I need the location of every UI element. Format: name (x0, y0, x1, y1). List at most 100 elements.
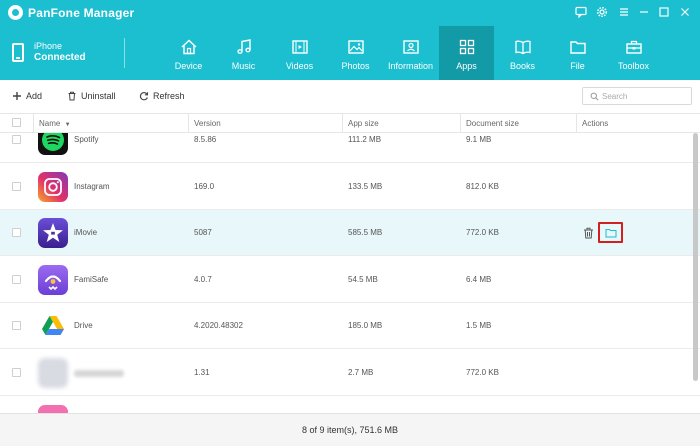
plus-icon (13, 92, 21, 100)
nav-photos[interactable]: Photos (328, 26, 383, 80)
minimize-icon[interactable] (635, 3, 653, 21)
trash-icon (68, 91, 76, 101)
app-name: FamiSafe (74, 275, 109, 284)
table-row[interactable]: 1.31 2.7 MB 772.0 KB (0, 350, 700, 396)
nav-information[interactable]: Information (383, 26, 438, 80)
app-logo-icon (8, 5, 23, 20)
table-row[interactable]: FamiSafe 4.0.7 54.5 MB 6.4 MB (0, 257, 700, 303)
app-version: 169.0 (194, 182, 215, 191)
image-icon (347, 40, 364, 54)
nav-label: Music (231, 61, 256, 71)
row-checkbox[interactable] (12, 228, 21, 237)
home-icon (181, 39, 196, 55)
app-name: iMovie (74, 228, 98, 237)
app-size: 585.5 MB (348, 228, 383, 237)
folder-icon (605, 228, 616, 237)
table-row[interactable] (0, 397, 700, 413)
app-version: 5087 (194, 228, 212, 237)
app-name: Drive (74, 321, 93, 330)
item-count-status: 8 of 9 item(s), 751.6 MB (301, 425, 399, 435)
search-box[interactable] (582, 87, 692, 105)
row-checkbox[interactable] (12, 275, 21, 284)
vertical-scrollbar[interactable] (693, 133, 698, 381)
device-info[interactable]: iPhone Connected (12, 41, 124, 67)
column-header-actions: Actions (582, 119, 609, 128)
book-icon (514, 40, 531, 55)
nav-label: Videos (285, 61, 314, 71)
toolbox-icon (625, 40, 642, 54)
nav-videos[interactable]: Videos (272, 26, 327, 80)
nav-label: Apps (456, 61, 477, 71)
table-row[interactable]: Spotify 8.5.86 111.2 MB 9.1 MB (0, 133, 700, 163)
document-size: 772.0 KB (466, 368, 499, 377)
nav-label: File (570, 61, 585, 71)
nav-music[interactable]: Music (216, 26, 271, 80)
app-table-body: Spotify 8.5.86 111.2 MB 9.1 MB Instagram… (0, 133, 700, 413)
table-row[interactable]: iMovie 5087 585.5 MB 772.0 KB (0, 210, 700, 256)
nav-apps[interactable]: Apps (439, 26, 494, 80)
app-version: 8.5.86 (194, 135, 217, 144)
nav-device[interactable]: Device (161, 26, 216, 80)
device-name: iPhone (34, 41, 63, 51)
nav-toolbox[interactable]: Toolbox (606, 26, 661, 80)
table-row[interactable]: Drive 4.2020.48302 185.0 MB 1.5 MB (0, 303, 700, 349)
pink-app-icon (38, 405, 68, 413)
status-bar: 8 of 9 item(s), 751.6 MB (0, 413, 700, 446)
app-version: 4.2020.48302 (194, 321, 243, 330)
blurred-app-name (74, 370, 124, 377)
column-header-name[interactable]: Name ▼ (34, 114, 71, 133)
settings-gear-icon[interactable] (593, 3, 611, 21)
app-name: Spotify (74, 135, 99, 144)
column-header-version[interactable]: Version (189, 114, 221, 133)
document-size: 9.1 MB (466, 135, 492, 144)
maximize-icon[interactable] (655, 3, 673, 21)
nav-books[interactable]: Books (495, 26, 550, 80)
title-bar: PanFone Manager (0, 0, 700, 26)
app-version: 1.31 (194, 368, 210, 377)
nav-label: Information (387, 61, 434, 71)
uninstall-label: Uninstall (81, 91, 116, 101)
feedback-icon[interactable] (572, 3, 590, 21)
nav-divider (124, 38, 125, 68)
add-label: Add (26, 91, 43, 101)
app-version: 4.0.7 (194, 275, 212, 284)
nav-file[interactable]: File (550, 26, 605, 80)
column-header-document-size[interactable]: Document size (461, 114, 519, 133)
instagram-icon (38, 172, 68, 202)
search-input[interactable] (602, 90, 688, 102)
table-row[interactable]: Instagram 169.0 133.5 MB 812.0 KB (0, 164, 700, 210)
app-size: 2.7 MB (348, 368, 374, 377)
app-title: PanFone Manager (28, 6, 135, 20)
column-header-app-size[interactable]: App size (343, 114, 379, 133)
refresh-button[interactable]: Refresh (139, 91, 185, 101)
document-size: 812.0 KB (466, 182, 499, 191)
famisafe-icon (38, 265, 68, 295)
close-icon[interactable] (676, 3, 694, 21)
select-all-checkbox[interactable] (12, 118, 21, 127)
row-checkbox[interactable] (12, 368, 21, 377)
nav-label: Toolbox (617, 61, 650, 71)
film-icon (291, 40, 308, 54)
folder-icon (569, 41, 586, 54)
export-to-folder-button[interactable] (598, 222, 623, 243)
blurred-app-icon (38, 358, 68, 388)
contact-card-icon (402, 40, 419, 54)
row-checkbox[interactable] (12, 182, 21, 191)
app-size: 54.5 MB (348, 275, 378, 284)
imovie-icon (38, 218, 68, 248)
table-header: Name ▼ Version App size Document size Ac… (0, 113, 700, 133)
uninstall-button[interactable]: Uninstall (67, 91, 116, 101)
row-checkbox[interactable] (12, 135, 21, 144)
menu-icon[interactable] (615, 3, 633, 21)
sort-down-icon: ▼ (64, 122, 71, 128)
add-button[interactable]: Add (12, 91, 42, 101)
row-checkbox[interactable] (12, 321, 21, 330)
nav-label: Books (509, 61, 535, 71)
column-label: Name (39, 119, 61, 128)
document-size: 6.4 MB (466, 275, 492, 284)
delete-app-icon[interactable] (583, 227, 594, 239)
nav-label: Device (174, 61, 203, 71)
main-nav: iPhone Connected Device Music Videos Pho… (0, 26, 700, 80)
document-size: 1.5 MB (466, 321, 492, 330)
refresh-icon (139, 92, 149, 101)
